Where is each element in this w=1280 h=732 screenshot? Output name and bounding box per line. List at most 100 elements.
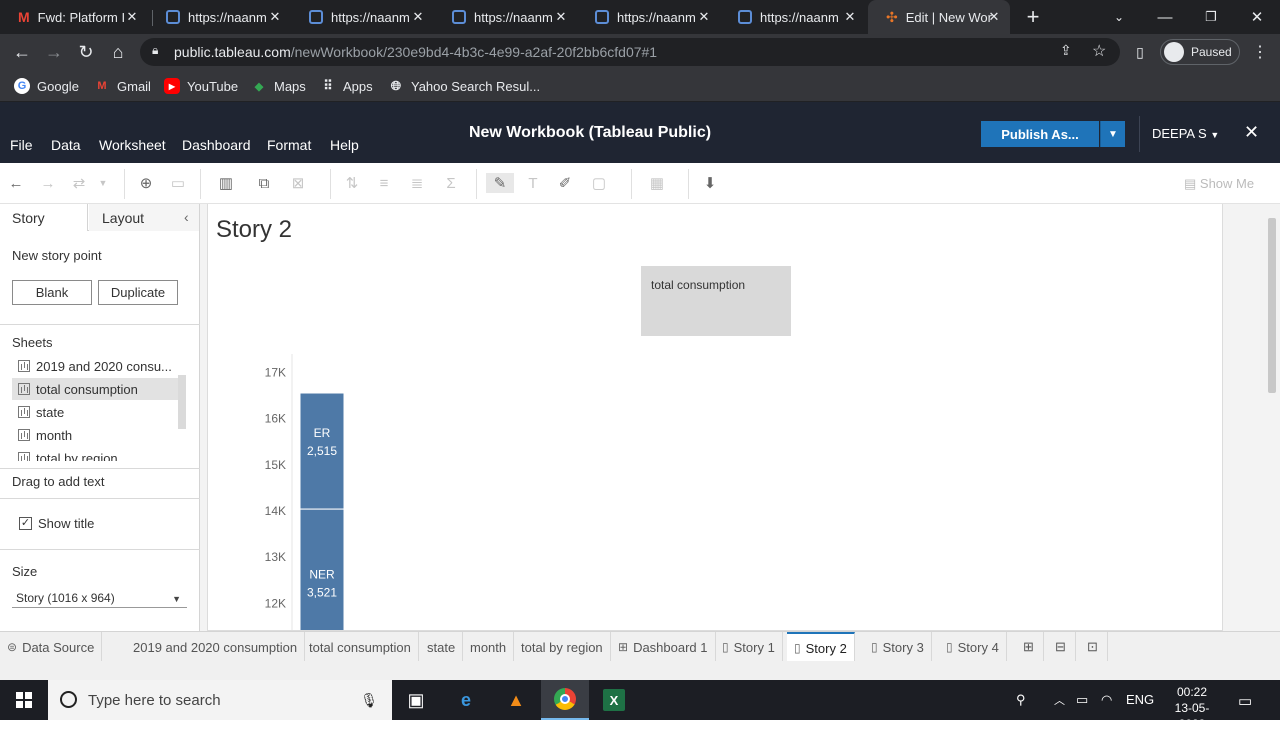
canvas-scrollbar[interactable]	[1268, 218, 1276, 393]
sheet-item[interactable]: state	[12, 401, 178, 423]
browser-tab[interactable]: https://naanm ✕	[720, 0, 866, 34]
home-button[interactable]: ⌂	[104, 38, 132, 66]
vlc-icon[interactable]: ▲	[492, 680, 540, 720]
swap-rows-columns-icon[interactable]: ⇅	[341, 173, 363, 193]
tab-search-chevron-icon[interactable]: ⌄	[1096, 0, 1142, 34]
browser-tab-active[interactable]: ✣ Edit | New Wor ✕	[868, 0, 1010, 34]
tab-sheet[interactable]: month	[463, 632, 515, 662]
clear-sheet-icon[interactable]: ⊠	[287, 173, 309, 193]
replay-dropdown-icon[interactable]: ▼	[92, 173, 114, 193]
tab-sheet[interactable]: 2019 and 2020 consumption	[126, 632, 306, 662]
wifi-icon[interactable]: ◠	[1101, 692, 1112, 708]
people-icon[interactable]: ⚲	[1016, 692, 1026, 708]
new-data-source-icon[interactable]: ⊕	[135, 173, 157, 193]
language-indicator[interactable]: ENG	[1126, 692, 1154, 707]
size-dropdown[interactable]: Story (1016 x 964) ▼	[12, 588, 187, 608]
forward-button[interactable]: →	[40, 38, 68, 66]
tab-story[interactable]: ▯ Story 3	[864, 632, 932, 662]
battery-icon[interactable]: ▭	[1076, 692, 1088, 708]
tab-sheet[interactable]: total consumption	[302, 632, 419, 662]
chevron-up-icon[interactable]: ︿	[1054, 692, 1065, 708]
close-icon[interactable]: ✕	[267, 9, 283, 25]
new-tab-button[interactable]: +	[1016, 0, 1050, 34]
new-dashboard-tab-icon[interactable]: ⊟	[1046, 632, 1076, 662]
close-icon[interactable]: ✕	[410, 9, 426, 25]
tab-story[interactable]: ▯ Story 1	[715, 632, 783, 662]
close-icon[interactable]: ✕	[124, 9, 140, 25]
download-icon[interactable]: ⬇	[699, 173, 721, 193]
user-menu[interactable]: DEEPA S ▼	[1152, 126, 1219, 141]
sheets-scrollbar[interactable]	[178, 375, 186, 429]
excel-icon[interactable]: X	[590, 680, 638, 720]
profile-button[interactable]: Paused	[1160, 39, 1240, 65]
drag-to-add-text[interactable]: Drag to add text	[12, 474, 105, 489]
tab-data-source[interactable]: ⊜ Data Source	[0, 632, 103, 662]
fit-icon[interactable]: ▢	[588, 173, 610, 193]
tab-sheet[interactable]: state	[420, 632, 464, 662]
tab-dashboard[interactable]: ⊞ Dashboard 1	[611, 632, 716, 662]
close-icon[interactable]: ✕	[986, 9, 1002, 25]
blank-button[interactable]: Blank	[12, 280, 92, 305]
bookmark-youtube[interactable]: ▶ YouTube	[164, 76, 238, 96]
new-worksheet-tab-icon[interactable]: ⊞	[1014, 632, 1044, 662]
replay-icon[interactable]: ⇄	[68, 173, 90, 193]
totals-sigma-icon[interactable]: Σ	[440, 173, 462, 193]
show-labels-icon[interactable]: T	[522, 173, 544, 193]
sheet-item[interactable]: month	[12, 424, 178, 446]
bookmark-star-icon[interactable]: ☆	[1092, 41, 1106, 61]
show-me-button[interactable]: ▤ Show Me	[1184, 176, 1254, 192]
bookmark-apps[interactable]: ⠿ Apps	[320, 76, 372, 96]
tab-sheet[interactable]: total by region	[514, 632, 611, 662]
edge-icon[interactable]: e	[442, 680, 490, 720]
collapse-chevron-icon[interactable]: ‹	[184, 209, 189, 225]
sheet-item[interactable]: 2019 and 2020 consu...	[12, 355, 178, 377]
publish-as-button[interactable]: Publish As...	[981, 121, 1099, 147]
close-icon[interactable]: ✕	[696, 9, 712, 25]
tab-layout[interactable]: Layout	[89, 204, 199, 231]
redo-icon[interactable]: →	[37, 173, 59, 193]
side-panel-icon[interactable]: ▯	[1126, 38, 1154, 66]
minimize-button[interactable]: —	[1142, 0, 1188, 34]
bookmark-gmail[interactable]: M Gmail	[94, 76, 151, 96]
sheet-item[interactable]: total by region	[12, 447, 178, 461]
browser-tab[interactable]: https://naanm ✕	[577, 0, 720, 34]
new-story-tab-icon[interactable]: ⊡	[1078, 632, 1108, 662]
close-icon[interactable]: ✕	[553, 9, 569, 25]
bookmark-yahoo[interactable]: 🌐︎ Yahoo Search Resul...	[388, 76, 540, 96]
start-button[interactable]	[0, 680, 48, 720]
fix-axes-icon[interactable]: ▦	[646, 173, 668, 193]
window-close-button[interactable]: ✕	[1234, 0, 1280, 34]
show-title-checkbox[interactable]: ✓	[19, 517, 32, 530]
format-workbook-icon[interactable]: ✐	[554, 173, 576, 193]
publish-dropdown-caret-icon[interactable]: ▼	[1100, 121, 1125, 147]
microphone-icon[interactable]: 🎙︎	[360, 692, 378, 709]
task-view-icon[interactable]: ▣	[392, 680, 440, 720]
pause-updates-icon[interactable]: ▭	[167, 173, 189, 193]
sheet-item[interactable]: total consumption	[12, 378, 178, 400]
tab-story[interactable]: ▯ Story 4	[939, 632, 1007, 662]
restore-button[interactable]: ❐	[1188, 0, 1234, 34]
sort-descending-icon[interactable]: ≣	[406, 173, 428, 193]
browser-tab[interactable]: https://naanm ✕	[434, 0, 577, 34]
chrome-icon[interactable]	[541, 680, 589, 720]
reload-button[interactable]: ↻	[72, 38, 100, 66]
notifications-icon[interactable]: ▭	[1238, 692, 1252, 710]
bookmark-google[interactable]: G Google	[14, 76, 79, 96]
back-button[interactable]: ←	[8, 38, 36, 66]
sort-ascending-icon[interactable]: ≡	[373, 173, 395, 193]
browser-tab[interactable]: M Fwd: Platform I ✕	[0, 0, 148, 34]
share-icon[interactable]: ⇪	[1060, 42, 1072, 59]
highlight-pen-icon[interactable]: ✎	[486, 173, 514, 193]
undo-icon[interactable]: ←	[5, 173, 27, 193]
duplicate-sheet-icon[interactable]: ⧉	[253, 173, 275, 193]
close-icon[interactable]: ✕	[1244, 122, 1259, 143]
bookmark-maps[interactable]: ◆ Maps	[251, 76, 306, 96]
more-menu-icon[interactable]: ⋮	[1246, 38, 1274, 66]
tab-story[interactable]: Story	[0, 204, 88, 231]
clock[interactable]: 00:22 13-05-2023	[1162, 684, 1222, 732]
address-bar[interactable]: 🔒︎ public.tableau.com/newWorkbook/230e9b…	[140, 38, 1120, 66]
browser-tab[interactable]: https://naanm ✕	[148, 0, 291, 34]
close-icon[interactable]: ✕	[842, 9, 858, 25]
new-worksheet-icon[interactable]: ▥	[215, 173, 237, 193]
taskbar-search[interactable]: Type here to search 🎙︎	[48, 680, 392, 720]
